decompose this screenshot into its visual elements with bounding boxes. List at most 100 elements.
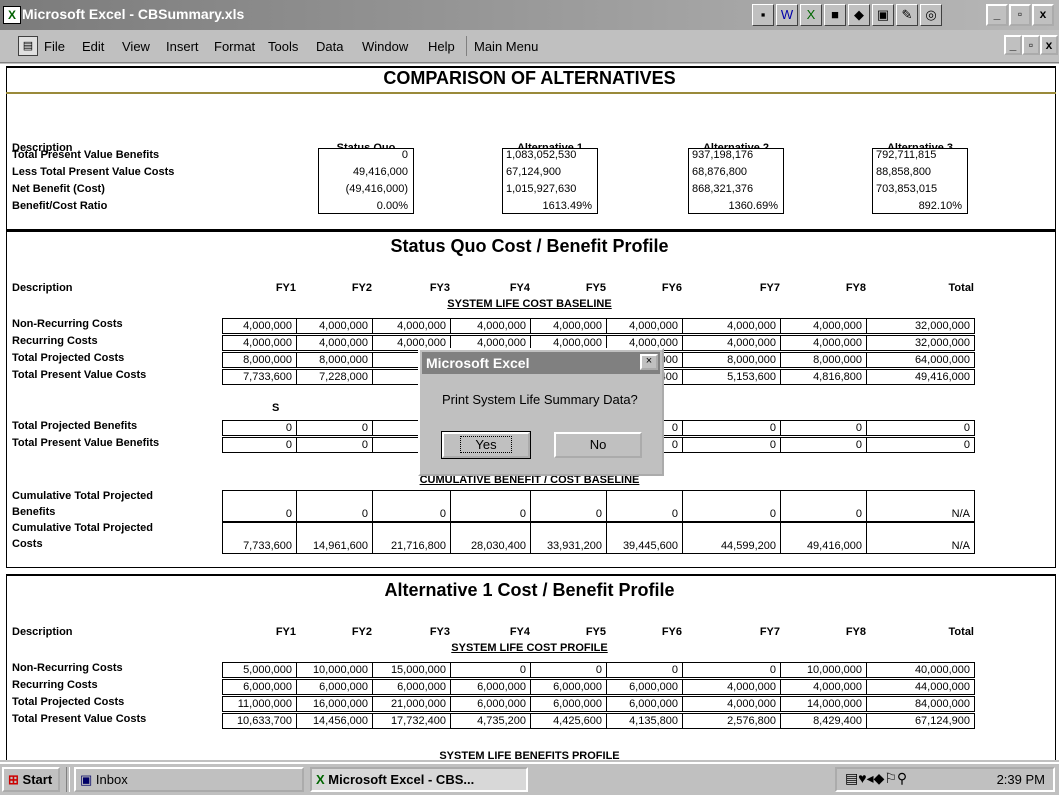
grid-cell[interactable]: 2,576,800 bbox=[682, 713, 781, 729]
grid-cell[interactable]: 7,228,000 bbox=[296, 369, 373, 385]
find-icon[interactable]: ◎ bbox=[920, 4, 942, 26]
grid-cell[interactable]: 67,124,900 bbox=[866, 713, 975, 729]
summary-cell[interactable]: 792,711,815 bbox=[876, 149, 936, 161]
grid-cell[interactable]: 4,000,000 bbox=[372, 318, 451, 334]
grid-cell[interactable]: 15,000,000 bbox=[372, 662, 451, 678]
menu-main-menu[interactable]: Main Menu bbox=[474, 39, 538, 54]
grid-cell[interactable]: 17,732,400 bbox=[372, 713, 451, 729]
grid-cell[interactable]: 6,000,000 bbox=[450, 696, 531, 712]
grid-cell[interactable]: 21,000,000 bbox=[372, 696, 451, 712]
grid-cell[interactable]: 0 bbox=[866, 437, 975, 453]
grid-cell[interactable]: 6,000,000 bbox=[450, 679, 531, 695]
menu-view[interactable]: View bbox=[122, 39, 150, 54]
grid-cell[interactable]: 4,000,000 bbox=[780, 318, 867, 334]
grid-cell[interactable]: 44,599,200 bbox=[682, 522, 781, 554]
grid-cell[interactable]: 4,816,800 bbox=[780, 369, 867, 385]
grid-cell[interactable]: 32,000,000 bbox=[866, 318, 975, 334]
grid-cell[interactable]: 0 bbox=[606, 662, 683, 678]
grid-cell[interactable]: 5,153,600 bbox=[682, 369, 781, 385]
grid-cell[interactable]: 4,000,000 bbox=[296, 335, 373, 351]
summary-cell[interactable]: 868,321,376 bbox=[692, 183, 753, 195]
summary-cell[interactable]: 88,858,800 bbox=[876, 166, 931, 178]
powerpoint-icon[interactable]: ■ bbox=[824, 4, 846, 26]
grid-cell[interactable]: 0 bbox=[682, 490, 781, 522]
grid-cell[interactable]: 6,000,000 bbox=[606, 696, 683, 712]
grid-cell[interactable]: 7,733,600 bbox=[222, 522, 297, 554]
grid-cell[interactable]: 0 bbox=[222, 420, 297, 436]
grid-cell[interactable]: 4,425,600 bbox=[530, 713, 607, 729]
taskbar-inbox[interactable]: ▣ Inbox bbox=[74, 767, 304, 792]
grid-cell[interactable]: 10,000,000 bbox=[296, 662, 373, 678]
summary-cell[interactable]: 703,853,015 bbox=[876, 183, 937, 195]
menu-help[interactable]: Help bbox=[428, 39, 455, 54]
doc-close-button[interactable]: x bbox=[1040, 35, 1058, 55]
grid-cell[interactable]: 39,445,600 bbox=[606, 522, 683, 554]
grid-cell[interactable]: 4,000,000 bbox=[296, 318, 373, 334]
grid-cell[interactable]: 84,000,000 bbox=[866, 696, 975, 712]
doc-restore-button[interactable]: ▫ bbox=[1022, 35, 1040, 55]
grid-cell[interactable]: 28,030,400 bbox=[450, 522, 531, 554]
close-button[interactable]: x bbox=[1032, 4, 1054, 26]
grid-cell[interactable]: 0 bbox=[682, 420, 781, 436]
grid-cell[interactable]: 4,000,000 bbox=[780, 335, 867, 351]
menu-file[interactable]: File bbox=[44, 39, 65, 54]
grid-cell[interactable]: 0 bbox=[530, 662, 607, 678]
grid-cell[interactable]: 8,000,000 bbox=[296, 352, 373, 368]
grid-cell[interactable]: 4,000,000 bbox=[682, 679, 781, 695]
grid-cell[interactable]: 4,000,000 bbox=[530, 318, 607, 334]
grid-cell[interactable]: 0 bbox=[606, 490, 683, 522]
grid-cell[interactable]: 0 bbox=[450, 662, 531, 678]
summary-cell[interactable]: 892.10% bbox=[872, 200, 962, 212]
taskbar-excel[interactable]: X Microsoft Excel - CBS... bbox=[310, 767, 528, 792]
binder-icon[interactable]: ✎ bbox=[896, 4, 918, 26]
grid-cell[interactable]: 8,000,000 bbox=[222, 352, 297, 368]
grid-cell[interactable]: 4,000,000 bbox=[450, 318, 531, 334]
grid-cell[interactable]: 0 bbox=[222, 437, 297, 453]
doc-minimize-button[interactable]: _ bbox=[1004, 35, 1022, 55]
schedule-icon[interactable]: ▣ bbox=[872, 4, 894, 26]
grid-cell[interactable]: 0 bbox=[780, 420, 867, 436]
grid-cell[interactable]: 4,000,000 bbox=[222, 335, 297, 351]
grid-cell[interactable]: 0 bbox=[372, 490, 451, 522]
grid-cell[interactable]: 8,429,400 bbox=[780, 713, 867, 729]
menu-data[interactable]: Data bbox=[316, 39, 343, 54]
menu-format[interactable]: Format bbox=[214, 39, 255, 54]
grid-cell[interactable]: 21,716,800 bbox=[372, 522, 451, 554]
grid-cell[interactable]: 4,000,000 bbox=[682, 335, 781, 351]
grid-cell[interactable]: 0 bbox=[530, 490, 607, 522]
grid-cell[interactable]: 0 bbox=[866, 420, 975, 436]
summary-cell[interactable]: 937,198,176 bbox=[692, 149, 753, 161]
grid-cell[interactable]: 4,000,000 bbox=[682, 318, 781, 334]
grid-cell[interactable]: 8,000,000 bbox=[780, 352, 867, 368]
tray-icons[interactable]: ▤♥◂◆⚐⚲ bbox=[845, 770, 907, 787]
grid-cell[interactable]: 7,733,600 bbox=[222, 369, 297, 385]
grid-cell[interactable]: 0 bbox=[780, 490, 867, 522]
summary-cell[interactable]: 0 bbox=[318, 149, 408, 161]
start-button[interactable]: ⊞ Start bbox=[2, 767, 60, 792]
grid-cell[interactable]: 0 bbox=[296, 490, 373, 522]
grid-cell[interactable]: 6,000,000 bbox=[530, 696, 607, 712]
summary-cell[interactable]: 68,876,800 bbox=[692, 166, 747, 178]
summary-cell[interactable]: (49,416,000) bbox=[318, 183, 408, 195]
menu-insert[interactable]: Insert bbox=[166, 39, 199, 54]
summary-cell[interactable]: 1,083,052,530 bbox=[506, 149, 576, 161]
grid-cell[interactable]: 14,456,000 bbox=[296, 713, 373, 729]
grid-cell[interactable]: 0 bbox=[780, 437, 867, 453]
grid-cell[interactable]: 14,000,000 bbox=[780, 696, 867, 712]
grid-cell[interactable]: 49,416,000 bbox=[866, 369, 975, 385]
menu-edit[interactable]: Edit bbox=[82, 39, 104, 54]
grid-cell[interactable]: 49,416,000 bbox=[780, 522, 867, 554]
grid-cell[interactable]: 44,000,000 bbox=[866, 679, 975, 695]
grid-cell[interactable]: 8,000,000 bbox=[682, 352, 781, 368]
menu-tools[interactable]: Tools bbox=[268, 39, 298, 54]
grid-cell[interactable]: 32,000,000 bbox=[866, 335, 975, 351]
word-icon[interactable]: W bbox=[776, 4, 798, 26]
excel-icon[interactable]: X bbox=[800, 4, 822, 26]
grid-cell[interactable]: 14,961,600 bbox=[296, 522, 373, 554]
summary-cell[interactable]: 1360.69% bbox=[688, 200, 778, 212]
grid-cell[interactable]: 0 bbox=[222, 490, 297, 522]
grid-cell[interactable]: 0 bbox=[450, 490, 531, 522]
grid-cell[interactable]: 0 bbox=[296, 437, 373, 453]
grid-cell[interactable]: 4,135,800 bbox=[606, 713, 683, 729]
grid-cell[interactable]: 33,931,200 bbox=[530, 522, 607, 554]
